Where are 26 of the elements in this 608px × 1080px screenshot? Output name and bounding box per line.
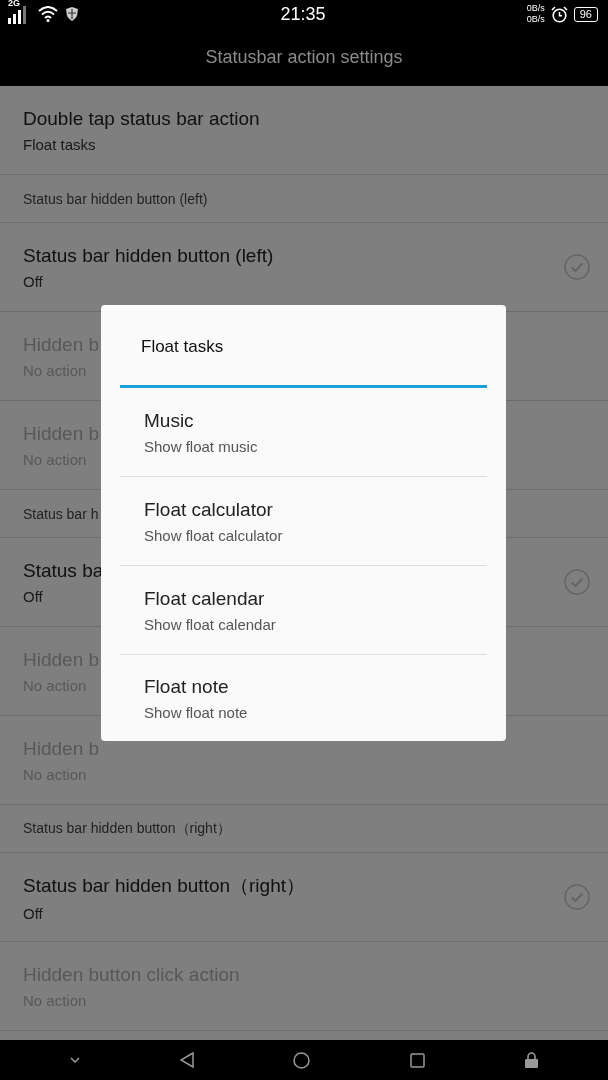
dialog-option[interactable]: Music Show float music (120, 388, 487, 477)
check-circle-icon[interactable] (564, 254, 590, 280)
settings-item[interactable]: Status bar hidden button（right） Off (0, 853, 608, 942)
section-header: Status bar hidden button（right） (23, 819, 231, 838)
recents-icon[interactable] (410, 1052, 426, 1068)
upload-speed: 0B/s (526, 3, 545, 14)
alarm-icon (550, 5, 568, 23)
home-icon[interactable] (293, 1051, 311, 1069)
page-title: Statusbar action settings (205, 46, 403, 68)
section-header: Status bar hidden button (left) (23, 190, 208, 207)
battery-level: 96 (573, 6, 598, 22)
wifi-icon (38, 6, 58, 22)
lock-icon[interactable] (525, 1052, 539, 1068)
back-icon[interactable] (179, 1052, 194, 1068)
check-circle-icon[interactable] (564, 569, 590, 595)
check-circle-icon[interactable] (564, 884, 590, 910)
settings-item[interactable]: Double tap status bar action Float tasks (0, 86, 608, 175)
section-header: Status bar h (23, 505, 99, 522)
chevron-down-icon[interactable] (69, 1057, 80, 1063)
network-type: 2G (8, 0, 20, 8)
clock-time: 21:35 (280, 3, 326, 25)
dialog-title: Float tasks (140, 336, 225, 358)
dialog-option[interactable]: Float calculator Show float calculator (120, 477, 487, 566)
dialog-option[interactable]: Float calendar Show float calendar (120, 566, 487, 655)
shield-icon (66, 7, 78, 21)
download-speed: 0B/s (526, 14, 545, 25)
